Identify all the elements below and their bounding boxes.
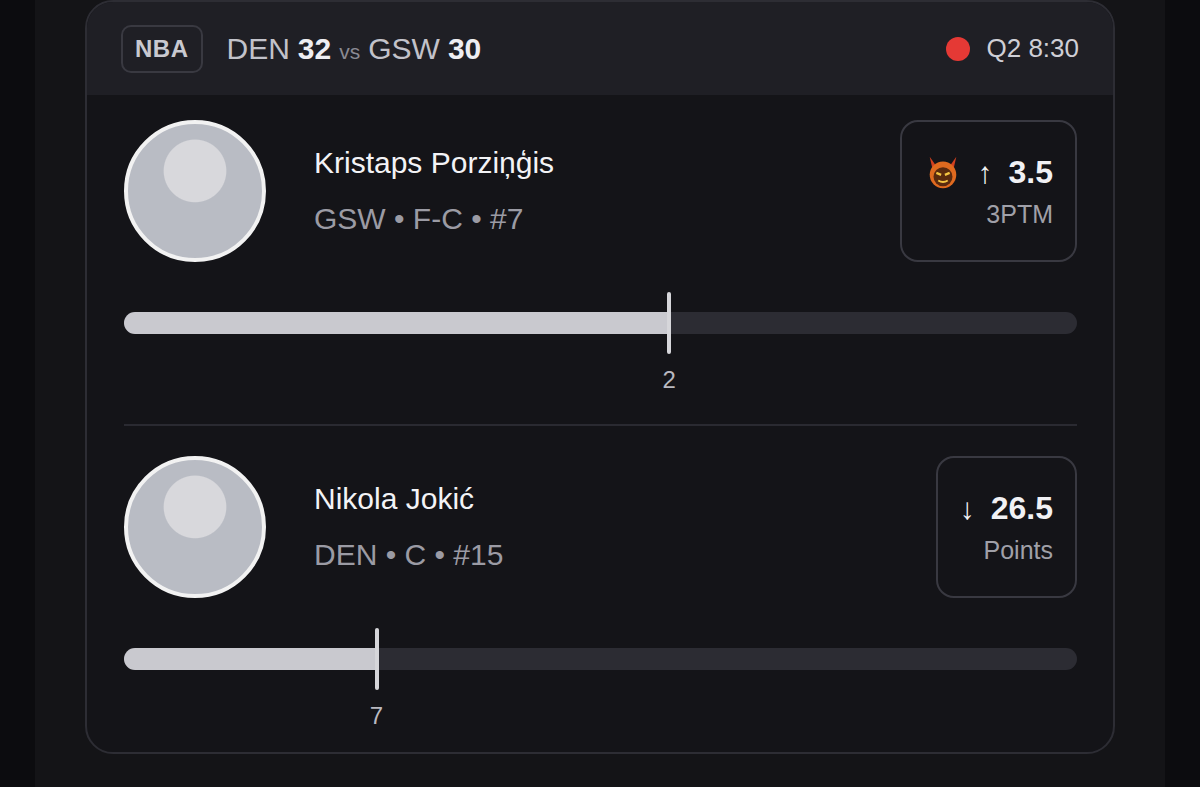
team-name: DEN [227,26,290,71]
game-status: Q2 8:30 [946,29,1079,68]
progress-track: 2 [124,312,1077,334]
matchup: DEN32vsGSW30 [227,26,482,71]
pick-line: ↑ 3.5 [924,148,1053,196]
game-card[interactable]: NBA DEN32vsGSW30 Q2 8:30 Kristaps Porziņģis… [85,0,1115,754]
direction-arrow: ↑ [978,150,993,195]
player-photo [124,120,266,262]
player-prop[interactable]: Kristaps Porziņģis GSW • F-C • #7 ↑ 3.53PTM… [124,120,1077,424]
progress-marker [375,628,379,690]
player-info: Nikola Jokić DEN • C • #15 [314,481,936,573]
pick-box[interactable]: ↓ 26.5Points [936,456,1077,598]
game-clock: Q2 8:30 [986,29,1079,68]
progress-value: 7 [370,698,383,734]
card-body: Kristaps Porziņģis GSW • F-C • #7 ↑ 3.53PTM… [87,95,1113,752]
page-inner: NBA DEN32vsGSW30 Q2 8:30 Kristaps Porziņģis… [35,0,1165,787]
progress-fill [124,648,377,670]
demon-icon [924,153,962,191]
team-score: 32 [298,26,331,71]
team-name: GSW [368,26,440,71]
player-info: Kristaps Porziņģis GSW • F-C • #7 [314,145,900,237]
direction-arrow: ↓ [960,486,975,531]
pick-box[interactable]: ↑ 3.53PTM [900,120,1077,262]
player-details: GSW • F-C • #7 [314,201,900,237]
player-name: Kristaps Porziņģis [314,145,900,181]
prop-line: 3.5 [1009,148,1053,196]
page: NBA DEN32vsGSW30 Q2 8:30 Kristaps Porziņģis… [0,0,1200,787]
progress-value: 2 [662,362,675,398]
prop-stat: 3PTM [986,196,1053,234]
player-row: Nikola Jokić DEN • C • #15 ↓ 26.5Points [124,456,1077,598]
player-photo [124,456,266,598]
prop-stat: Points [984,532,1053,570]
league-badge: NBA [121,25,203,73]
game-header: NBA DEN32vsGSW30 Q2 8:30 [87,2,1113,95]
player-prop[interactable]: Nikola Jokić DEN • C • #15 ↓ 26.5Points 7 [124,426,1077,752]
prop-line: 26.5 [991,484,1053,532]
progress-marker [667,292,671,354]
progress-fill [124,312,669,334]
team-score: 30 [448,26,481,71]
versus-label: vs [339,36,360,68]
player-details: DEN • C • #15 [314,537,936,573]
player-row: Kristaps Porziņģis GSW • F-C • #7 ↑ 3.53PTM [124,120,1077,262]
live-dot-icon [946,37,970,61]
player-name: Nikola Jokić [314,481,936,517]
pick-line: ↓ 26.5 [960,484,1053,532]
divider [124,424,1077,426]
progress-track: 7 [124,648,1077,670]
